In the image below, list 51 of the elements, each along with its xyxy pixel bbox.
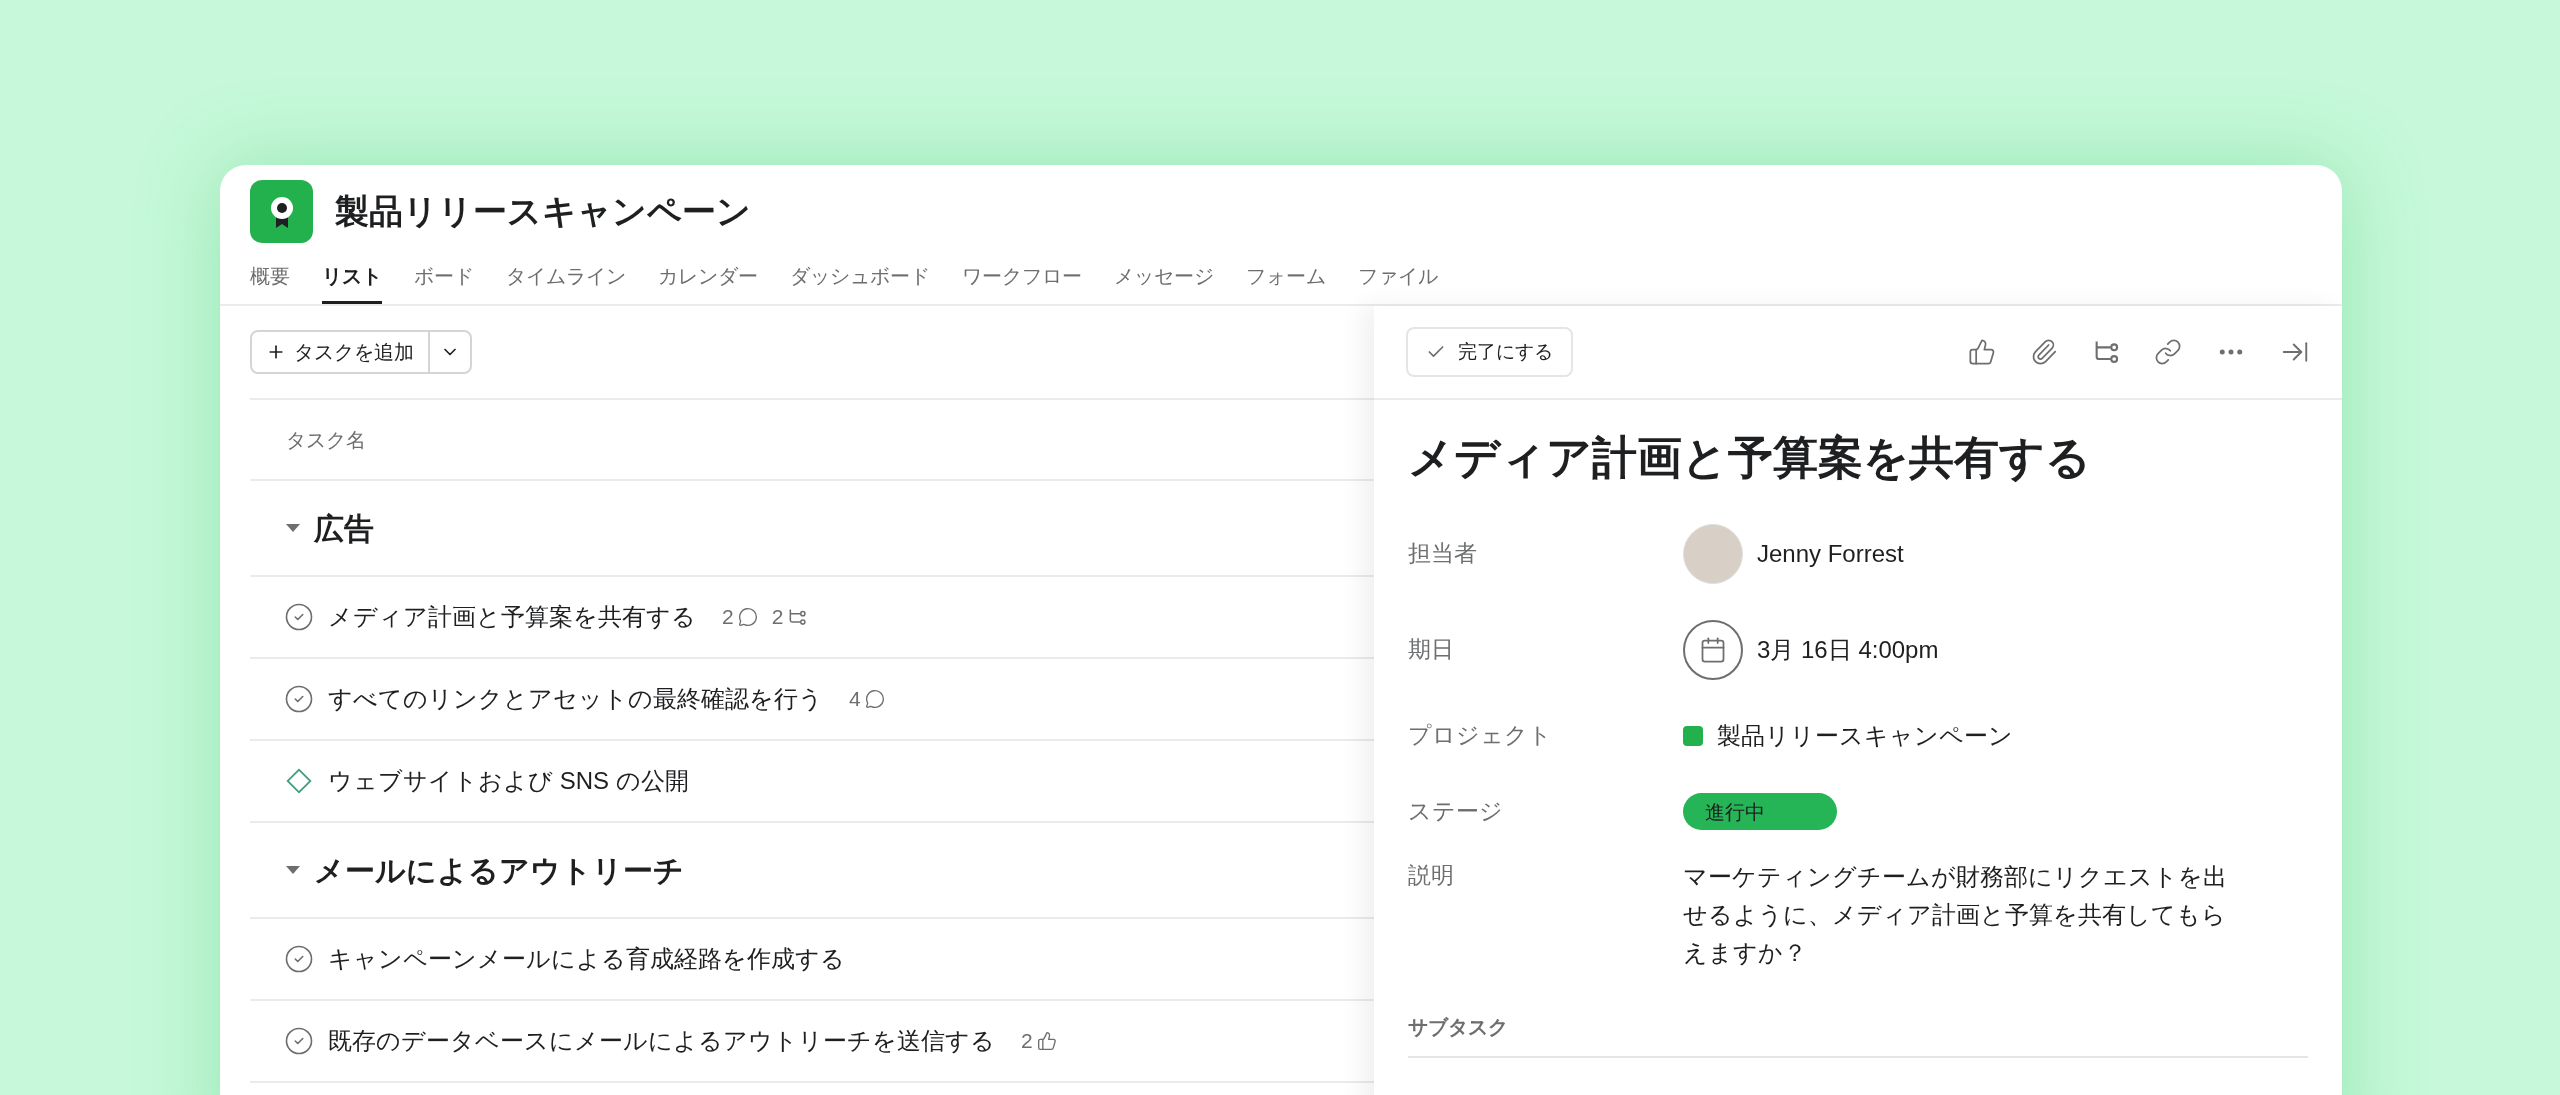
tab[interactable]: 概要: [250, 261, 290, 304]
tab[interactable]: ワークフロー: [962, 261, 1082, 304]
task-name[interactable]: ウェブサイトおよび SNS の公開: [328, 763, 689, 799]
diamond-icon[interactable]: [284, 766, 314, 796]
project-title: 製品リリースキャンペーン: [335, 191, 751, 232]
tab[interactable]: リスト: [322, 261, 382, 304]
field-value[interactable]: Jenny Forrest: [1757, 535, 1904, 572]
comment-icon: [737, 607, 758, 627]
subtask-icon: [787, 607, 808, 627]
check-circle-icon[interactable]: [284, 684, 314, 714]
project-icon: [250, 180, 313, 243]
tab[interactable]: ファイル: [1358, 261, 1438, 304]
field-value[interactable]: 3月 16日 4:00pm: [1757, 631, 1939, 668]
paperclip-icon[interactable]: [2030, 338, 2058, 366]
subtasks-heading: サブタスク: [1408, 1015, 1508, 1038]
thumbs-up-icon: [1036, 1031, 1057, 1051]
section-title: メールによるアウトリーチ: [314, 852, 684, 889]
field-label: 説明: [1408, 860, 1455, 890]
calendar-icon[interactable]: [1683, 619, 1743, 680]
task-title[interactable]: メディア計画と予算案を共有する: [1408, 424, 2308, 492]
column-header: タスク名: [286, 427, 366, 453]
link-icon[interactable]: [2154, 338, 2182, 366]
description-text[interactable]: マーケティングチームが財務部にリクエストを出せるように、メディア計画と予算を共有してもらえますか？: [1683, 857, 2228, 972]
task-name[interactable]: すべてのリンクとアセットの最終確認を行う: [328, 681, 823, 717]
task-name[interactable]: 既存のデータベースにメールによるアウトリーチを送信する: [328, 1023, 995, 1059]
field-label: 期日: [1408, 635, 1455, 665]
count: 4: [849, 686, 861, 713]
tab[interactable]: ボード: [414, 261, 474, 304]
field-label: プロジェクト: [1408, 721, 1553, 751]
section-title: 広告: [314, 510, 374, 547]
count: 2: [771, 604, 784, 631]
count: 2: [722, 604, 734, 631]
tab[interactable]: タイムライン: [506, 261, 626, 304]
comment-icon: [864, 689, 885, 709]
add-task-button[interactable]: タスクを追加: [250, 330, 472, 374]
task-name[interactable]: キャンペーンメールによる育成経路を作成する: [328, 941, 845, 977]
tab[interactable]: フォーム: [1246, 261, 1326, 304]
check-circle-icon[interactable]: [284, 602, 314, 632]
check-circle-icon[interactable]: [284, 1026, 314, 1056]
complete-button[interactable]: 完了にする: [1406, 327, 1573, 377]
tab[interactable]: メッセージ: [1114, 261, 1214, 304]
field-label: ステージ: [1408, 797, 1504, 827]
thumbs-up-icon[interactable]: [1968, 338, 1996, 366]
field-value[interactable]: 製品リリースキャンペーン: [1717, 717, 2013, 754]
count: 2: [1021, 1028, 1033, 1055]
field-label: 担当者: [1408, 539, 1478, 569]
stage-tag[interactable]: 進行中: [1683, 793, 1837, 830]
task-name[interactable]: メディア計画と予算案を共有する: [328, 599, 696, 635]
tab[interactable]: カレンダー: [658, 261, 758, 304]
tab[interactable]: ダッシュボード: [790, 261, 930, 304]
check-circle-icon[interactable]: [284, 944, 314, 974]
